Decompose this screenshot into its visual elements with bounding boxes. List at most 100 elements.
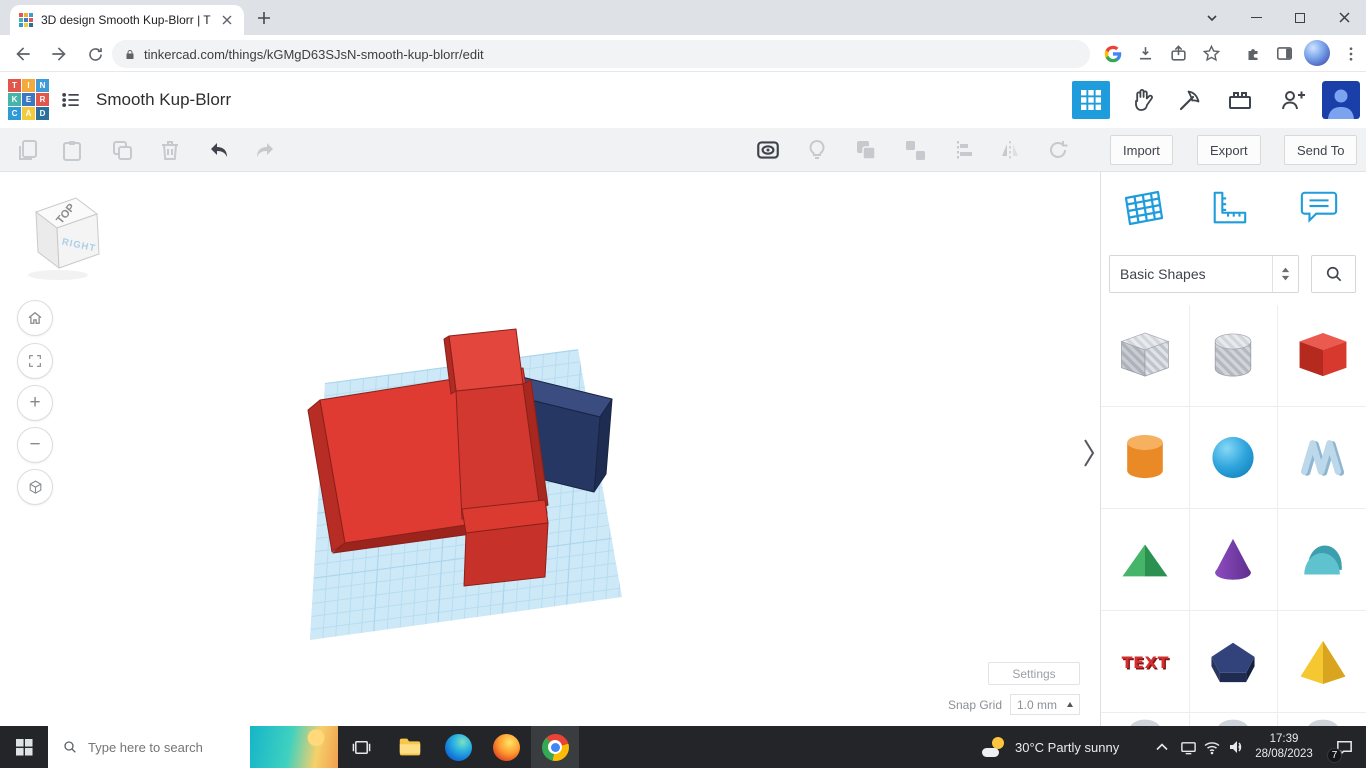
tray-volume-icon[interactable]: [1224, 726, 1248, 768]
shape-round-roof[interactable]: [1278, 509, 1366, 611]
category-dropdown-label: Basic Shapes: [1110, 266, 1272, 282]
address-bar[interactable]: tinkercad.com/things/kGMgD63SJsN-smooth-…: [112, 40, 1090, 68]
taskbar-firefox-icon[interactable]: [482, 726, 530, 768]
notification-button[interactable]: 7: [1324, 726, 1364, 768]
category-stepper-icon[interactable]: [1272, 256, 1298, 292]
show-all-button[interactable]: [753, 135, 783, 165]
light-bulb-icon[interactable]: [802, 135, 832, 165]
send-to-button[interactable]: Send To: [1284, 135, 1357, 165]
design-canvas[interactable]: TOP RIGHT + − Settings Snap Grid 1.0 mm: [0, 172, 1100, 726]
zoom-in-button[interactable]: +: [17, 385, 53, 421]
rotate-button[interactable]: [1043, 135, 1073, 165]
start-button[interactable]: [0, 726, 48, 768]
shape-box-hole[interactable]: [1101, 305, 1190, 407]
tray-chevron-icon[interactable]: [1150, 726, 1174, 768]
undo-button[interactable]: [205, 135, 235, 165]
taskbar-folder-icon[interactable]: [386, 726, 434, 768]
shape-pyramid[interactable]: [1278, 611, 1366, 713]
ruler-tool-button[interactable]: [1205, 184, 1253, 232]
shape-roof[interactable]: [1101, 509, 1190, 611]
reload-button[interactable]: [80, 39, 110, 69]
glove-icon[interactable]: [1128, 85, 1158, 115]
bookmark-star-icon[interactable]: [1199, 41, 1224, 66]
invite-icon[interactable]: [1278, 85, 1308, 115]
taskbar-edge-icon[interactable]: [434, 726, 482, 768]
browser-tab[interactable]: 3D design Smooth Kup-Blorr | Ti: [10, 5, 244, 35]
time-text: 17:39: [1270, 732, 1299, 747]
browser-tab-strip: 3D design Smooth Kup-Blorr | Ti: [0, 0, 1366, 35]
scene[interactable]: TOP RIGHT: [0, 172, 1100, 726]
shape-cylinder[interactable]: [1101, 407, 1190, 509]
tray-monitor-icon[interactable]: [1176, 726, 1200, 768]
import-button[interactable]: Import: [1110, 135, 1173, 165]
app-header: TIN KER CAD Smooth Kup-Blorr: [0, 72, 1366, 128]
weather-widget[interactable]: 30°C Partly sunny: [976, 726, 1125, 768]
back-button[interactable]: [8, 39, 38, 69]
shape-partial[interactable]: [1101, 713, 1190, 726]
tab-close-icon[interactable]: [219, 12, 235, 28]
view-cube[interactable]: TOP RIGHT: [28, 198, 99, 280]
tray-wifi-icon[interactable]: [1200, 726, 1224, 768]
new-tab-button[interactable]: [253, 7, 275, 29]
user-avatar[interactable]: [1322, 81, 1360, 119]
browser-menu-icon[interactable]: [1338, 41, 1363, 66]
shape-cone[interactable]: [1190, 509, 1279, 611]
ungroup-button[interactable]: [900, 135, 930, 165]
shape-search-button[interactable]: [1311, 255, 1356, 293]
zoom-out-button[interactable]: −: [17, 427, 53, 463]
window-chevron-icon[interactable]: [1190, 0, 1234, 35]
home-view-button[interactable]: [17, 300, 53, 336]
brick-icon[interactable]: [1225, 85, 1255, 115]
fit-view-button[interactable]: [17, 343, 53, 379]
snap-grid-value: 1.0 mm: [1017, 698, 1057, 712]
taskbar-chrome-icon[interactable]: [531, 726, 579, 768]
shape-scribble[interactable]: [1278, 407, 1366, 509]
share-icon[interactable]: [1166, 41, 1191, 66]
clock-widget[interactable]: 17:39 28/08/2023: [1248, 726, 1320, 768]
export-button[interactable]: Export: [1197, 135, 1261, 165]
panel-collapse-button[interactable]: [1081, 436, 1097, 470]
shape-box[interactable]: [1278, 305, 1366, 407]
task-view-button[interactable]: [338, 726, 384, 768]
window-close-button[interactable]: [1322, 0, 1366, 35]
notification-badge: 7: [1327, 748, 1342, 763]
redo-button[interactable]: [249, 135, 279, 165]
dashboard-grid-button[interactable]: [1072, 81, 1110, 119]
shape-sphere[interactable]: [1190, 407, 1279, 509]
taskbar-search[interactable]: [48, 726, 338, 768]
delete-button[interactable]: [155, 135, 185, 165]
snap-grid-label: Snap Grid: [948, 698, 1002, 712]
search-input[interactable]: [88, 740, 250, 755]
duplicate-button[interactable]: [107, 135, 137, 165]
tinkercad-logo[interactable]: TIN KER CAD: [8, 79, 49, 120]
perspective-toggle-button[interactable]: [17, 469, 53, 505]
browser-avatar[interactable]: [1304, 40, 1330, 66]
google-icon[interactable]: [1100, 41, 1125, 66]
mirror-button[interactable]: [995, 135, 1025, 165]
sidebar-toggle-icon[interactable]: [1272, 41, 1297, 66]
pickaxe-icon[interactable]: [1175, 85, 1205, 115]
design-menu-icon[interactable]: [58, 87, 84, 113]
extensions-icon[interactable]: [1240, 41, 1265, 66]
shape-cylinder-hole[interactable]: [1190, 305, 1279, 407]
notes-tool-button[interactable]: [1295, 184, 1343, 232]
workplane-tool-button[interactable]: [1118, 184, 1166, 232]
align-button[interactable]: [948, 135, 978, 165]
category-dropdown[interactable]: Basic Shapes: [1109, 255, 1299, 293]
shape-partial[interactable]: [1190, 713, 1279, 726]
window-minimize-button[interactable]: [1234, 0, 1278, 35]
paste-button[interactable]: [57, 135, 87, 165]
copy-button[interactable]: [12, 135, 42, 165]
shape-polygon[interactable]: [1190, 611, 1279, 713]
window-maximize-button[interactable]: [1278, 0, 1322, 35]
settings-button[interactable]: Settings: [988, 662, 1080, 685]
group-button[interactable]: [851, 135, 881, 165]
snap-grid-select[interactable]: 1.0 mm: [1010, 694, 1080, 715]
install-icon[interactable]: [1133, 41, 1158, 66]
svg-text:TEXT: TEXT: [1121, 653, 1168, 672]
design-title[interactable]: Smooth Kup-Blorr: [96, 72, 231, 128]
editor-toolbar: Import Export Send To: [0, 128, 1366, 172]
shape-partial[interactable]: [1278, 713, 1366, 726]
forward-button[interactable]: [44, 39, 74, 69]
shape-text[interactable]: TEXTTEXT: [1101, 611, 1190, 713]
